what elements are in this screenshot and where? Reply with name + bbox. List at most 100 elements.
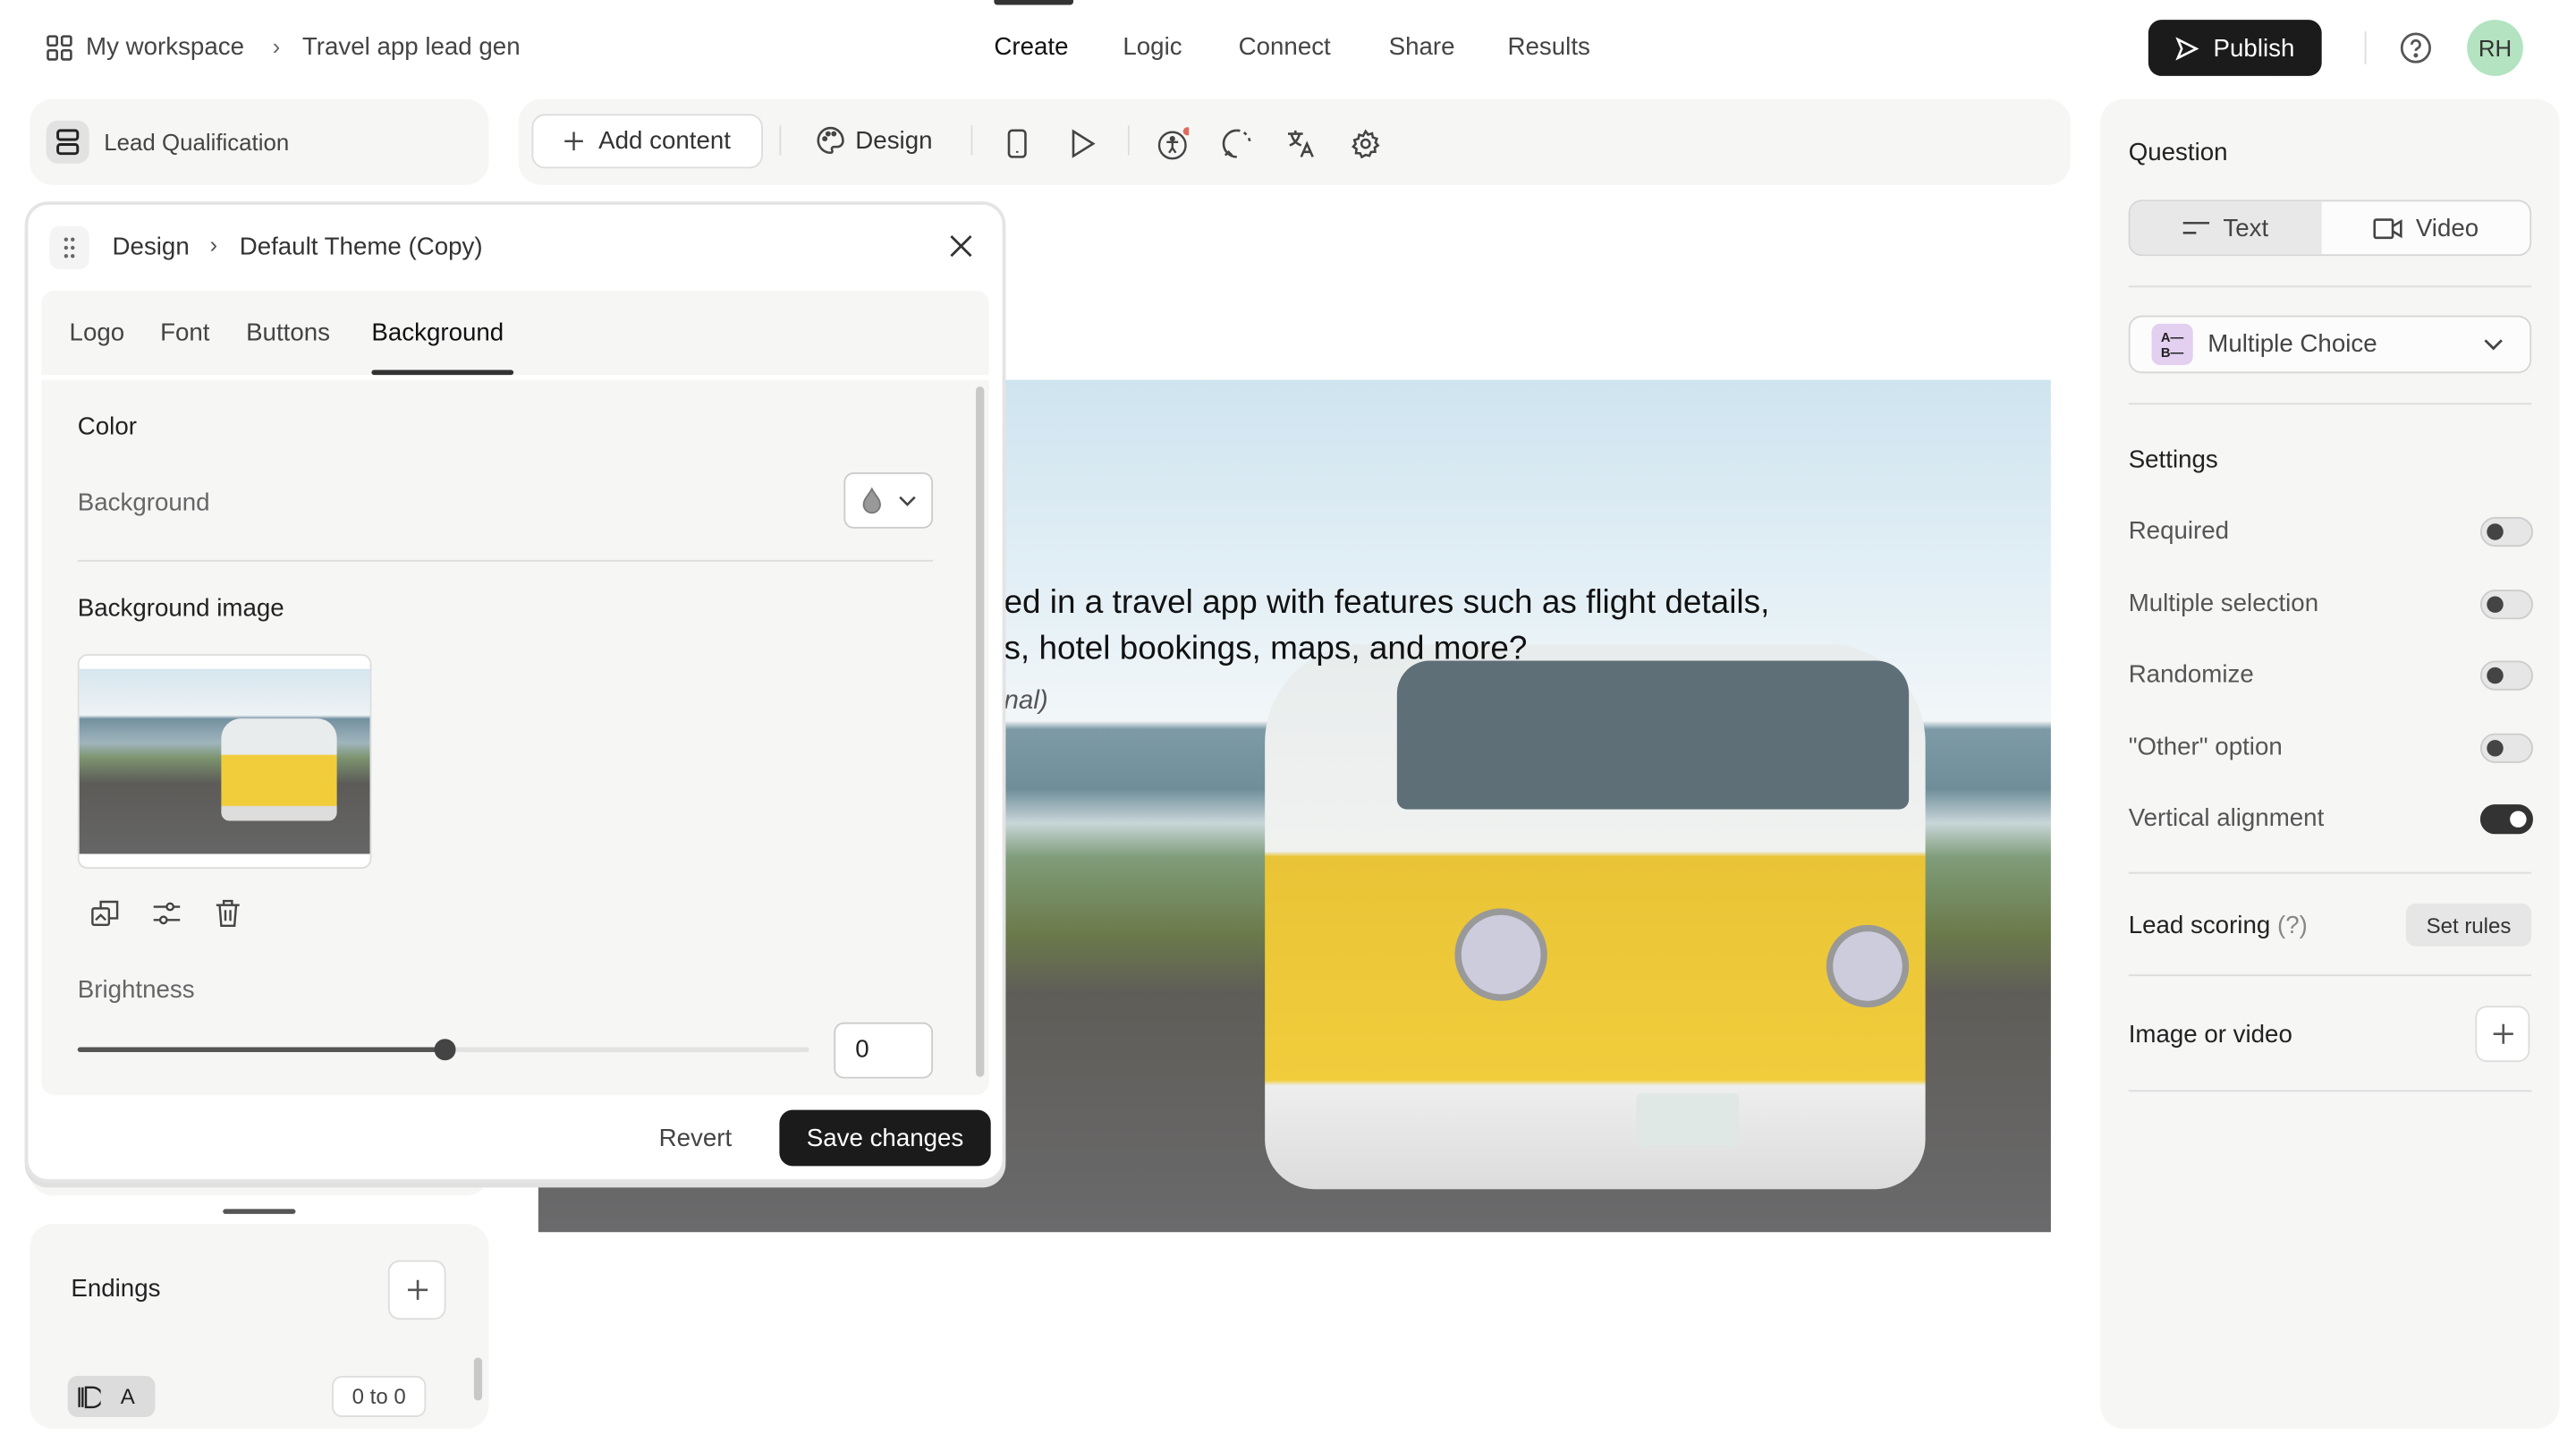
design-button[interactable]: Design [816, 125, 933, 155]
ending-score-range[interactable]: 0 to 0 [332, 1375, 427, 1417]
content-type-toggle: Text Video [2128, 200, 2532, 257]
van-headlight [1454, 908, 1547, 1001]
ending-range-text: 0 to 0 [352, 1384, 406, 1409]
workspace-grid-icon[interactable] [47, 35, 73, 62]
setting-randomize-toggle[interactable] [2479, 660, 2533, 691]
setting-randomize-label: Randomize [2128, 660, 2254, 689]
setting-other-option-label: "Other" option [2128, 733, 2283, 762]
lead-scoring-text: Lead scoring [2128, 912, 2271, 940]
ending-letter: A [120, 1384, 135, 1409]
tab-results[interactable]: Results [1508, 33, 1590, 61]
question-text[interactable]: ed in a travel app with features such as… [1004, 580, 1769, 672]
text-lines-icon [2183, 221, 2210, 234]
mobile-preview-icon[interactable] [1007, 127, 1027, 160]
play-preview-icon[interactable] [1070, 127, 1097, 160]
question-heading: Question [2128, 139, 2228, 167]
tab-logic[interactable]: Logic [1123, 33, 1182, 61]
plus-icon [565, 132, 584, 151]
text-tab[interactable]: Text [2130, 201, 2322, 255]
question-description[interactable]: nal) [1004, 687, 1047, 717]
add-content-label: Add content [598, 127, 731, 156]
brightness-value: 0 [855, 1035, 869, 1064]
header-divider [2364, 31, 2367, 64]
background-color-picker[interactable] [843, 471, 934, 529]
question-line-2: s, hotel bookings, maps, and more? [1004, 631, 1528, 667]
save-changes-label: Save changes [806, 1124, 964, 1152]
set-rules-label: Set rules [2426, 912, 2512, 938]
setting-multiple-selection-toggle[interactable] [2479, 590, 2533, 620]
tab-logo[interactable]: Logo [70, 318, 125, 346]
divider [2128, 403, 2532, 405]
breadcrumb-workspace[interactable]: My workspace [86, 33, 244, 61]
breadcrumb-separator: › [209, 231, 218, 258]
ending-icon [78, 1385, 101, 1408]
background-image-thumbnail[interactable] [77, 654, 372, 870]
brightness-label: Brightness [77, 976, 195, 1005]
color-heading: Color [77, 412, 137, 441]
adjust-image-icon[interactable] [152, 898, 182, 928]
van-headlight [1826, 924, 1910, 1008]
divider [2128, 1090, 2532, 1092]
translate-icon[interactable] [1286, 127, 1316, 160]
accessibility-icon[interactable] [1156, 127, 1190, 160]
panel-resize-handle[interactable] [223, 1209, 296, 1214]
background-color-label: Background [77, 488, 210, 517]
question-type-dropdown[interactable]: A— B— Multiple Choice [2128, 315, 2532, 374]
divider [77, 559, 934, 562]
ending-badge[interactable]: A [67, 1375, 156, 1417]
video-camera-icon [2373, 217, 2402, 239]
add-ending-button[interactable] [387, 1260, 446, 1320]
image-or-video-label: Image or video [2128, 1020, 2292, 1049]
tab-connect[interactable]: Connect [1239, 33, 1331, 61]
tab-share[interactable]: Share [1389, 33, 1455, 61]
publish-button[interactable]: Publish [2148, 20, 2322, 76]
form-name[interactable]: Lead Qualification [104, 129, 289, 156]
tab-buttons[interactable]: Buttons [246, 318, 330, 346]
video-tab-label: Video [2415, 214, 2479, 242]
setting-other-option-toggle[interactable] [2479, 733, 2533, 763]
setting-multiple-selection-label: Multiple selection [2128, 590, 2319, 618]
color-drop-icon [861, 487, 880, 514]
lead-scoring-hint[interactable]: (?) [2277, 912, 2308, 939]
set-rules-button[interactable]: Set rules [2405, 903, 2532, 947]
form-layout-icon [46, 120, 89, 164]
tab-background[interactable]: Background [371, 318, 504, 346]
brightness-slider[interactable] [77, 1039, 809, 1061]
breadcrumb-project[interactable]: Travel app lead gen [302, 33, 521, 61]
avatar[interactable]: RH [2467, 20, 2523, 76]
tab-font[interactable]: Font [160, 318, 209, 346]
translate-loop-icon[interactable] [1220, 127, 1253, 160]
divider [2128, 871, 2532, 874]
save-changes-button[interactable]: Save changes [779, 1109, 991, 1167]
video-tab[interactable]: Video [2322, 201, 2530, 254]
content-scrollbar[interactable] [976, 386, 985, 1077]
add-content-button[interactable]: Add content [531, 114, 763, 169]
revert-button[interactable]: Revert [659, 1125, 733, 1152]
question-type-label: Multiple Choice [2207, 330, 2377, 359]
add-media-button[interactable] [2475, 1006, 2530, 1063]
replace-image-icon[interactable] [91, 898, 121, 928]
settings-gear-icon[interactable] [1351, 127, 1380, 160]
delete-image-icon[interactable] [215, 898, 242, 928]
chevron-down-icon [2484, 338, 2503, 350]
van-windshield [1396, 660, 1910, 810]
setting-required-toggle[interactable] [2479, 516, 2533, 548]
divider [2128, 974, 2532, 977]
setting-vertical-alignment-toggle[interactable] [2479, 804, 2533, 835]
setting-required-label: Required [2128, 516, 2230, 546]
tab-create[interactable]: Create [994, 33, 1068, 61]
brightness-input[interactable]: 0 [834, 1022, 934, 1079]
close-icon[interactable] [948, 233, 975, 259]
help-icon[interactable] [2399, 31, 2432, 64]
palette-icon [816, 125, 845, 155]
brightness-slider-thumb[interactable] [433, 1039, 455, 1061]
design-breadcrumb-root[interactable]: Design [113, 233, 190, 260]
active-tab-indicator [371, 369, 514, 376]
endings-scrollbar[interactable] [473, 1357, 483, 1401]
endings-heading: Endings [71, 1275, 161, 1303]
multiple-choice-icon: A— B— [2151, 323, 2193, 365]
drag-handle-icon[interactable] [49, 225, 89, 269]
text-tab-label: Text [2223, 214, 2269, 242]
setting-vertical-alignment-label: Vertical alignment [2128, 804, 2325, 833]
send-icon [2175, 36, 2200, 61]
